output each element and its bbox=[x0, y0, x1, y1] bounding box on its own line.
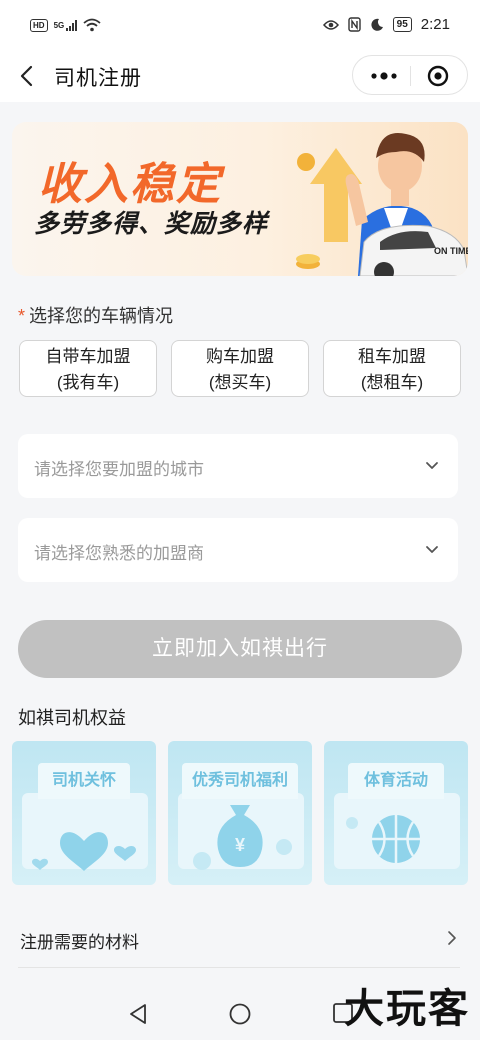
promo-banner[interactable]: 收入稳定 多劳多得、奖励多样 ON TIME bbox=[12, 122, 468, 276]
vehicle-section-label: * 选择您的车辆情况 bbox=[18, 302, 173, 328]
city-select[interactable]: 请选择您要加盟的城市 bbox=[18, 434, 458, 498]
nfc-icon bbox=[347, 17, 361, 32]
basketball-icon bbox=[346, 815, 420, 863]
heart-icon bbox=[32, 832, 136, 871]
benefit-card-welfare[interactable]: 优秀司机福利 ¥ bbox=[168, 741, 312, 885]
required-mark: * bbox=[18, 306, 26, 326]
option-buy-car[interactable]: 购车加盟 (想买车) bbox=[171, 340, 309, 397]
close-circle-icon[interactable] bbox=[427, 65, 449, 87]
benefit-card-sports-label: 体育活动 bbox=[348, 763, 444, 799]
option-buy-car-line2: (想买车) bbox=[208, 373, 272, 392]
status-left: HD 5G bbox=[30, 18, 101, 32]
watermark-logo: 大玩客 bbox=[344, 985, 470, 1032]
benefit-card-care[interactable]: 司机关怀 bbox=[12, 741, 156, 885]
option-rent-car-line1: 租车加盟 bbox=[358, 347, 426, 366]
hd-badge: HD bbox=[30, 18, 48, 32]
status-time: 2:21 bbox=[420, 16, 450, 33]
page-title: 司机注册 bbox=[54, 67, 142, 90]
benefit-card-sports[interactable]: 体育活动 bbox=[324, 741, 468, 885]
nav-bar: 司机注册 bbox=[0, 52, 480, 102]
materials-list-item[interactable]: 注册需要的材料 bbox=[18, 908, 460, 968]
banner-subline: 多劳多得、奖励多样 bbox=[34, 210, 269, 238]
status-right: 95 2:21 bbox=[322, 16, 450, 33]
partner-select[interactable]: 请选择您熟悉的加盟商 bbox=[18, 518, 458, 582]
join-button[interactable]: 立即加入如祺出行 bbox=[18, 620, 462, 678]
moon-icon bbox=[371, 18, 383, 31]
chevron-down-icon bbox=[426, 546, 438, 553]
network-label: 5G bbox=[53, 20, 65, 30]
signal-icon bbox=[66, 19, 78, 31]
back-arrow-icon[interactable] bbox=[14, 62, 42, 90]
option-own-car-line2: (我有车) bbox=[56, 373, 120, 392]
eye-icon bbox=[322, 19, 339, 30]
more-icon[interactable] bbox=[369, 67, 399, 85]
nav-home-icon[interactable] bbox=[228, 1002, 252, 1026]
benefit-card-care-label: 司机关怀 bbox=[38, 763, 130, 799]
option-own-car[interactable]: 自带车加盟 (我有车) bbox=[19, 340, 157, 397]
city-select-placeholder: 请选择您要加盟的城市 bbox=[34, 460, 204, 479]
mini-program-capsule bbox=[352, 55, 468, 95]
option-buy-car-line1: 购车加盟 bbox=[206, 347, 274, 366]
driver-illustration: ON TIME bbox=[296, 133, 468, 276]
wifi-icon bbox=[83, 18, 101, 32]
money-bag-icon: ¥ bbox=[193, 805, 292, 870]
nav-back-icon[interactable] bbox=[126, 1002, 150, 1026]
option-own-car-line1: 自带车加盟 bbox=[45, 347, 131, 366]
benefits-title: 如祺司机权益 bbox=[18, 708, 126, 728]
partner-select-placeholder: 请选择您熟悉的加盟商 bbox=[34, 544, 204, 563]
benefit-card-welfare-label: 优秀司机福利 bbox=[182, 763, 298, 799]
banner-badge: ON TIME bbox=[434, 246, 468, 256]
chevron-down-icon bbox=[426, 462, 438, 469]
battery-icon: 95 bbox=[392, 17, 412, 32]
capsule-divider bbox=[410, 66, 411, 86]
option-rent-car[interactable]: 租车加盟 (想租车) bbox=[323, 340, 461, 397]
chevron-right-icon bbox=[448, 931, 456, 945]
materials-label: 注册需要的材料 bbox=[20, 933, 139, 952]
svg-text:¥: ¥ bbox=[235, 835, 245, 855]
status-bar: HD 5G 95 2:21 bbox=[0, 0, 480, 52]
banner-headline: 收入稳定 bbox=[38, 160, 222, 209]
vehicle-label-text: 选择您的车辆情况 bbox=[29, 306, 174, 326]
option-rent-car-line2: (想租车) bbox=[360, 373, 424, 392]
